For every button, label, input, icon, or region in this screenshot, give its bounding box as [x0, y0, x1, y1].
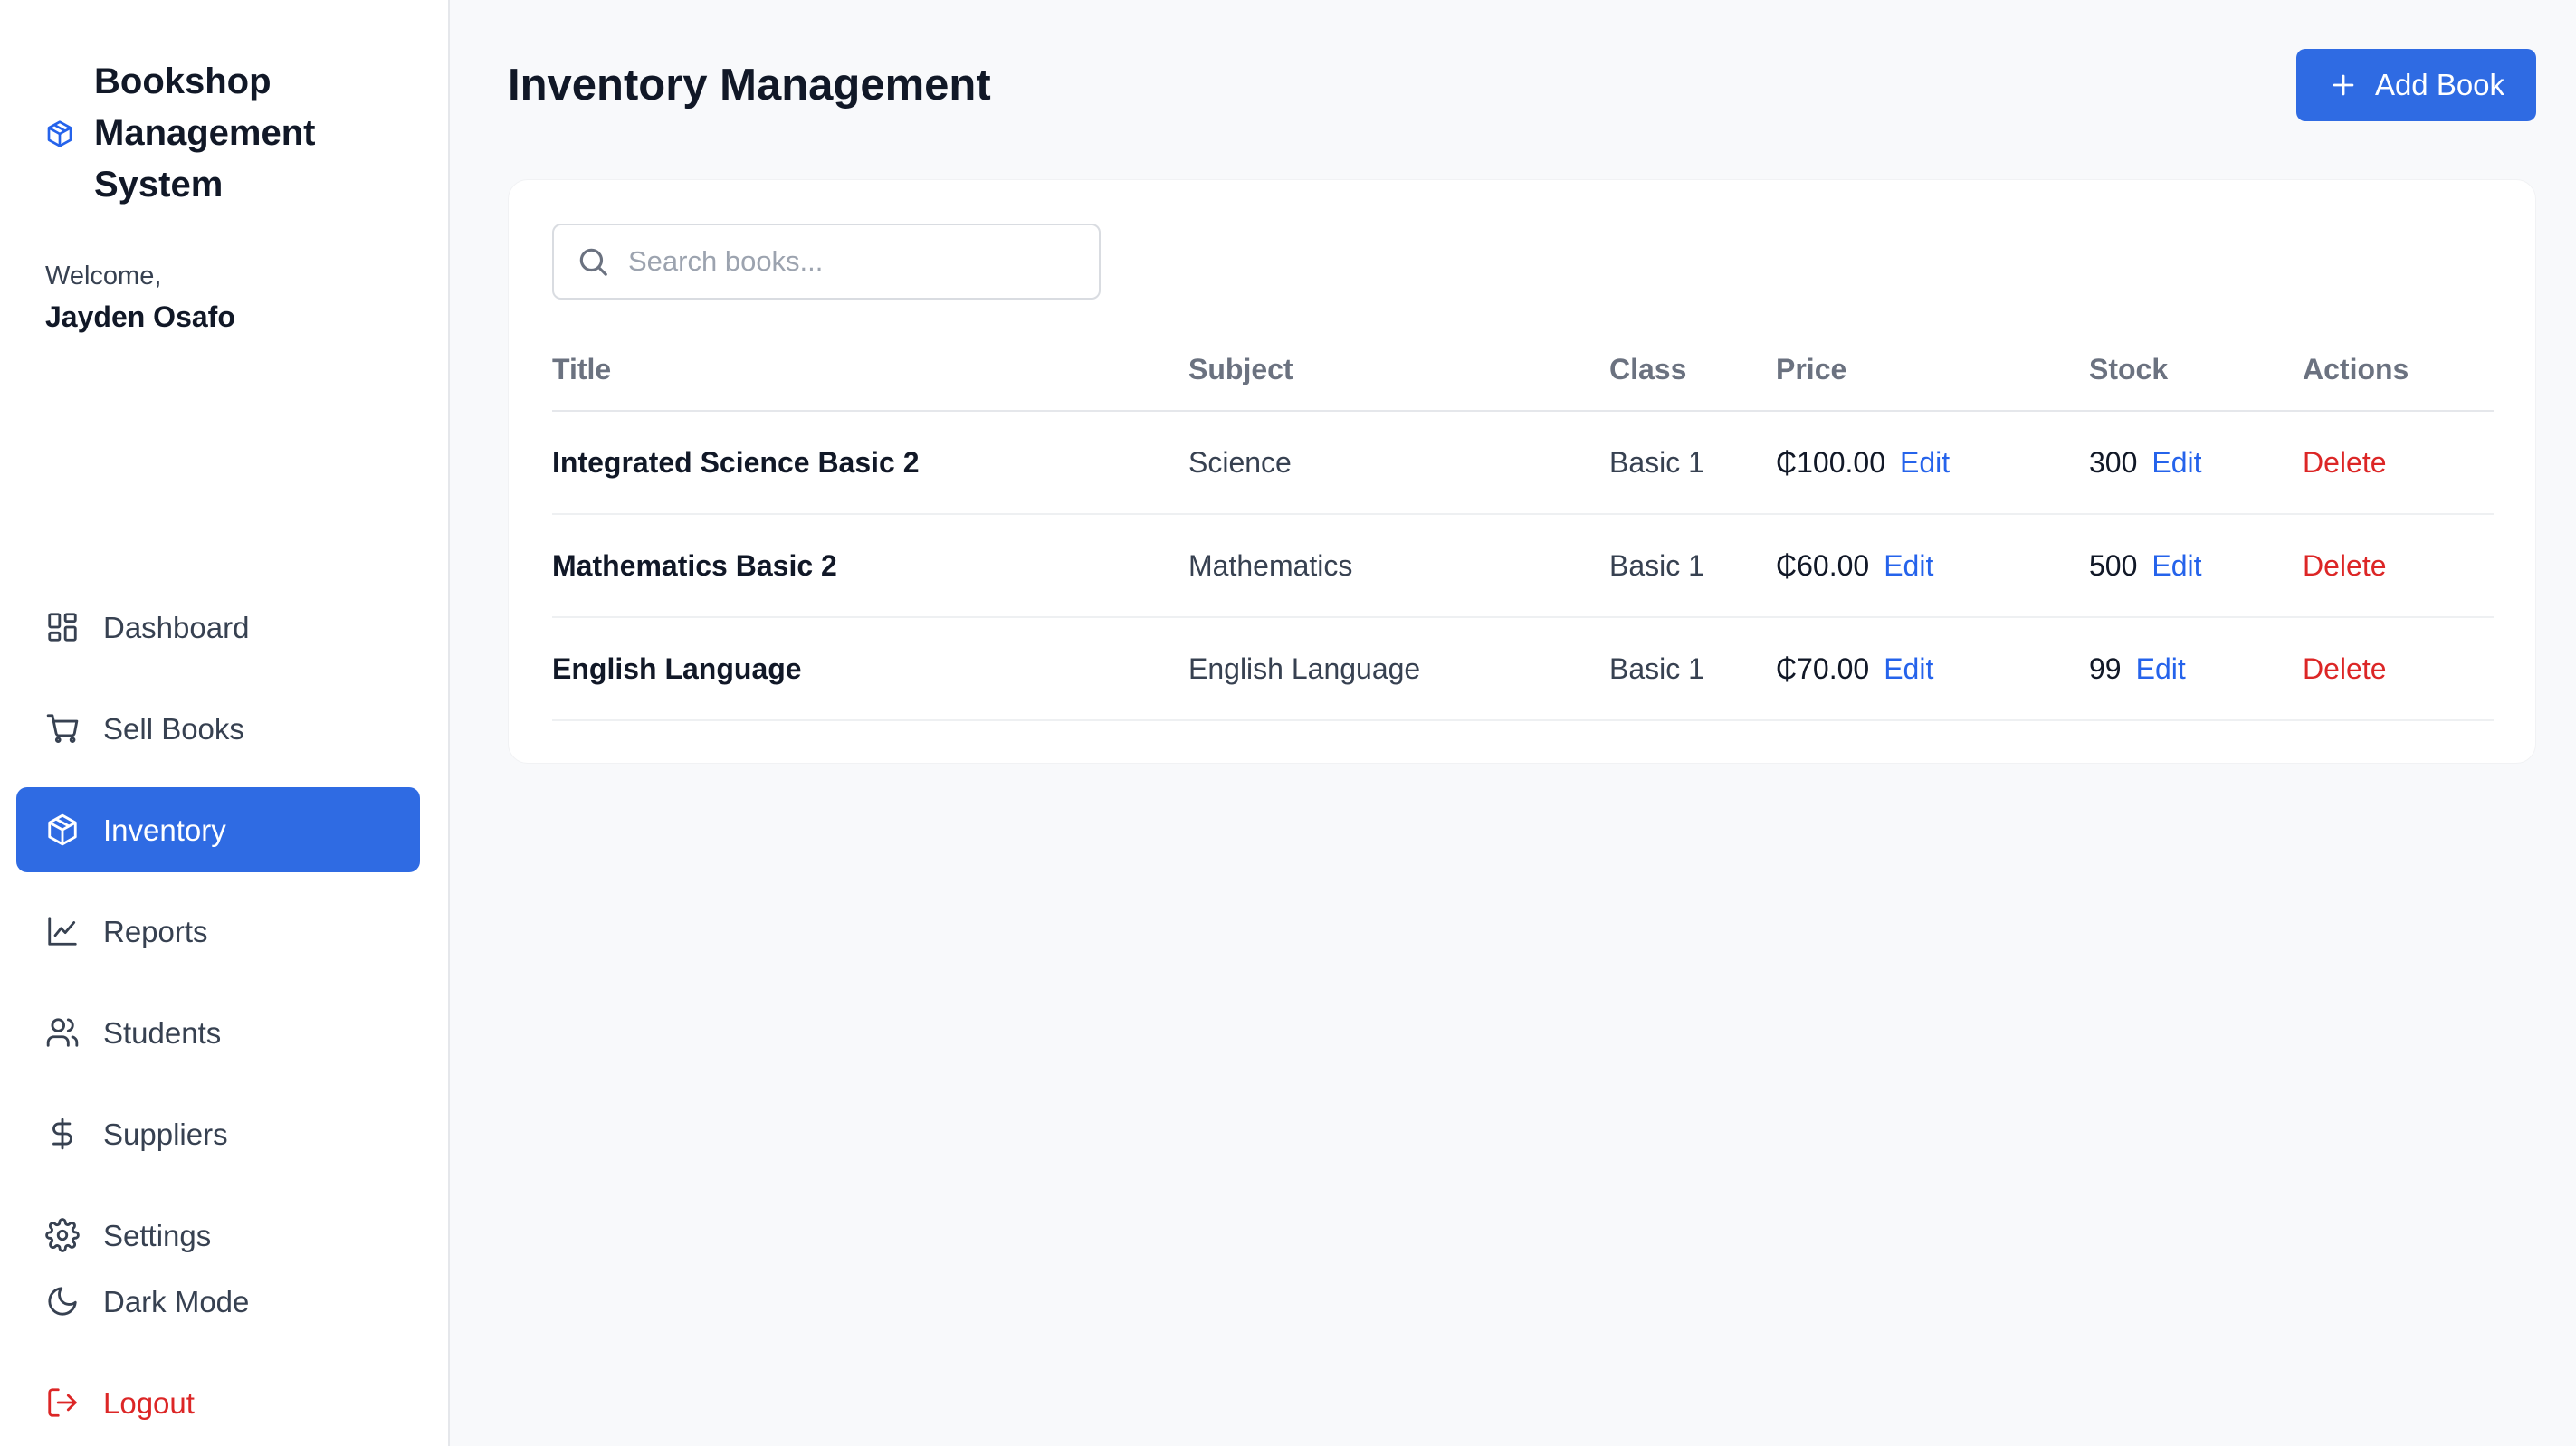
dollar-icon [52, 1118, 72, 1150]
search-box[interactable] [552, 224, 1101, 300]
actions-cell: Delete [2303, 514, 2494, 618]
book-class: Basic 1 [1609, 411, 1776, 515]
actions-cell: Delete [2303, 617, 2494, 721]
welcome-block: Welcome, Jayden Osafo [45, 256, 235, 338]
sidebar-item-label: Reports [103, 914, 208, 948]
edit-stock-link[interactable]: Edit [2151, 446, 2201, 479]
sidebar-item-label: Suppliers [103, 1117, 228, 1151]
sidebar-bottom: Dark Mode Logout [16, 1259, 420, 1446]
sidebar-nav: Dashboard Sell Books Inventory Reports S… [16, 585, 420, 1294]
stock-cell: 500 Edit [2089, 514, 2303, 618]
edit-price-link[interactable]: Edit [1884, 652, 1933, 685]
delete-book-link[interactable]: Delete [2303, 652, 2387, 685]
logout-label: Logout [103, 1385, 195, 1420]
box-icon [45, 119, 74, 148]
edit-price-link[interactable]: Edit [1884, 549, 1933, 582]
book-title: Mathematics Basic 2 [552, 514, 1188, 618]
sidebar: Bookshop Management System Welcome, Jayd… [0, 0, 450, 1446]
actions-cell: Delete [2303, 411, 2494, 515]
brand-title: Bookshop Management System [94, 62, 316, 205]
book-subject: Science [1188, 411, 1609, 515]
book-title: Integrated Science Basic 2 [552, 411, 1188, 515]
user-name: Jayden Osafo [45, 300, 235, 333]
sidebar-item-students[interactable]: Students [16, 990, 420, 1075]
edit-stock-link[interactable]: Edit [2151, 549, 2201, 582]
table-row: Mathematics Basic 2 Mathematics Basic 1 … [552, 514, 2494, 618]
book-price: ₵100.00 [1776, 445, 1885, 479]
box-icon [48, 813, 77, 846]
search-input[interactable] [628, 245, 1099, 278]
sidebar-item-label: Students [103, 1015, 222, 1050]
logout-icon [48, 1388, 77, 1417]
add-book-label: Add Book [2374, 68, 2505, 101]
book-class: Basic 1 [1609, 514, 1776, 618]
column-header-title: Title [552, 329, 1188, 412]
book-stock: 500 [2089, 548, 2138, 582]
column-header-price: Price [1776, 329, 2089, 412]
brand: Bookshop Management System [45, 56, 420, 211]
moon-icon [48, 1287, 77, 1316]
sidebar-item-label: Inventory [103, 813, 226, 847]
book-subject: Mathematics [1188, 514, 1609, 618]
table-row: Integrated Science Basic 2 Science Basic… [552, 411, 2494, 515]
gear-icon [45, 1218, 80, 1252]
cart-icon [46, 714, 79, 743]
users-icon [46, 1018, 79, 1047]
sidebar-item-label: Settings [103, 1218, 212, 1252]
inventory-card: Title Subject Class Price Stock Actions … [508, 179, 2536, 764]
column-header-actions: Actions [2303, 329, 2494, 412]
page-title: Inventory Management [508, 61, 991, 109]
plus-icon [2333, 74, 2354, 96]
edit-stock-link[interactable]: Edit [2136, 652, 2186, 685]
welcome-label: Welcome, [45, 262, 162, 290]
sidebar-item-label: Dashboard [103, 610, 250, 644]
edit-price-link[interactable]: Edit [1900, 446, 1950, 479]
column-header-subject: Subject [1188, 329, 1609, 412]
dark-mode-toggle[interactable]: Dark Mode [16, 1259, 420, 1344]
delete-book-link[interactable]: Delete [2303, 549, 2387, 582]
stock-cell: 99 Edit [2089, 617, 2303, 721]
book-class: Basic 1 [1609, 617, 1776, 721]
book-stock: 300 [2089, 445, 2138, 479]
book-title: English Language [552, 617, 1188, 721]
sidebar-item-inventory[interactable]: Inventory [16, 787, 420, 872]
book-price: ₵60.00 [1776, 548, 1870, 582]
logout-button[interactable]: Logout [16, 1360, 420, 1445]
delete-book-link[interactable]: Delete [2303, 446, 2387, 479]
column-header-stock: Stock [2089, 329, 2303, 412]
price-cell: ₵70.00 Edit [1776, 617, 2089, 721]
book-subject: English Language [1188, 617, 1609, 721]
add-book-button[interactable]: Add Book [2296, 49, 2536, 121]
book-price: ₵70.00 [1776, 652, 1870, 685]
table-row: English Language English Language Basic … [552, 617, 2494, 721]
price-cell: ₵60.00 Edit [1776, 514, 2089, 618]
main-content: Inventory Management Add Book Title Subj… [450, 0, 2576, 1446]
search-icon [579, 248, 607, 276]
sidebar-item-label: Sell Books [103, 711, 244, 746]
sidebar-item-sell-books[interactable]: Sell Books [16, 686, 420, 771]
inventory-table: Title Subject Class Price Stock Actions … [552, 329, 2494, 721]
table-header-row: Title Subject Class Price Stock Actions [552, 329, 2494, 412]
sidebar-item-suppliers[interactable]: Suppliers [16, 1091, 420, 1176]
column-header-class: Class [1609, 329, 1776, 412]
chart-icon [48, 917, 77, 946]
dashboard-icon [48, 613, 77, 642]
sidebar-item-dashboard[interactable]: Dashboard [16, 585, 420, 670]
book-stock: 99 [2089, 652, 2122, 685]
dark-mode-label: Dark Mode [103, 1284, 250, 1318]
stock-cell: 300 Edit [2089, 411, 2303, 515]
sidebar-item-reports[interactable]: Reports [16, 889, 420, 974]
price-cell: ₵100.00 Edit [1776, 411, 2089, 515]
